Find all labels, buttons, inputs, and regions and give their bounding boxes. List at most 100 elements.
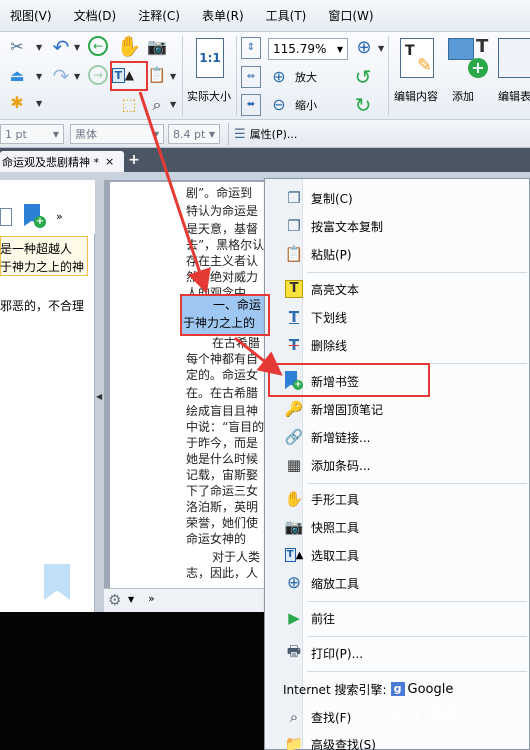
separator: [228, 123, 229, 145]
actual-size-button[interactable]: 1:1 实际大小: [187, 36, 234, 116]
annotation-box-select-tool: [110, 61, 148, 91]
chevron-down-icon: ▼: [52, 129, 59, 139]
zoom-in-label[interactable]: 放大: [295, 69, 317, 85]
more-chevron-icon[interactable]: »: [56, 210, 63, 223]
forward-icon[interactable]: →: [88, 65, 108, 85]
add-button[interactable]: T + 添加: [444, 36, 490, 116]
menu-underline-label: 下划线: [311, 310, 348, 325]
snapshot-icon[interactable]: 📷: [146, 36, 168, 58]
menu-print[interactable]: 🖶 打印(P)...: [265, 640, 529, 666]
rotate-right-icon[interactable]: ↻: [352, 94, 374, 116]
chevron-down-icon[interactable]: ▼: [36, 43, 42, 52]
typewriter-icon[interactable]: ⏏: [6, 65, 28, 87]
fit-page-icon[interactable]: ⇕: [241, 37, 261, 59]
rich-copy-icon: ❐: [287, 217, 301, 235]
expand-icon[interactable]: [0, 208, 12, 226]
separator: [182, 36, 183, 116]
menu-window[interactable]: 窗口(W): [328, 7, 373, 24]
edit-content-button[interactable]: T ✎ 编辑内容: [392, 36, 444, 116]
separator: [307, 636, 527, 637]
highlight-icon: T: [283, 278, 305, 300]
new-tab-button[interactable]: +: [127, 153, 141, 167]
collapse-arrow-icon[interactable]: ◀: [96, 392, 102, 401]
zoom-in-magnifier-icon[interactable]: ⊕: [353, 37, 375, 59]
clipboard-icon[interactable]: 📋: [146, 64, 168, 86]
doc-line: 记载，宙斯娶: [186, 468, 259, 482]
doc-line: 洛泊斯，英明: [186, 500, 259, 514]
menu-goto[interactable]: ▶ 前往: [265, 605, 529, 631]
doc-line: 她是什么时候: [186, 452, 259, 466]
zoom-in-icon[interactable]: ⊕: [268, 66, 290, 88]
fit-width-icon[interactable]: ⇔: [241, 66, 261, 88]
menu-view[interactable]: 视图(V): [10, 7, 52, 24]
menu-search-engine[interactable]: Internet 搜索引擎: g Google: [283, 679, 453, 699]
tools-icon[interactable]: ✂: [6, 36, 28, 58]
zoom-out-label[interactable]: 缩小: [295, 97, 317, 113]
document-tab[interactable]: 命运观及悲剧精神 * ×: [0, 151, 124, 172]
chevron-down-icon[interactable]: ▼: [74, 72, 80, 81]
menu-strikeout[interactable]: T 删除线: [265, 332, 529, 358]
menu-pin-note[interactable]: 🔑 新增固顶笔记: [265, 396, 529, 422]
menu-highlight[interactable]: T 高亮文本: [265, 276, 529, 302]
properties-button[interactable]: ☰ 属性(P)...: [234, 124, 297, 144]
font-dropdown[interactable]: 黑体 ▼: [70, 124, 164, 144]
edit-form-button[interactable]: 编辑表: [492, 36, 530, 116]
doc-line: 中说：“盲目的: [186, 420, 265, 434]
back-icon[interactable]: ←: [88, 36, 108, 56]
menu-tools[interactable]: 工具(T): [266, 7, 307, 24]
zoom-out-icon[interactable]: ⊖: [268, 94, 290, 116]
menu-goto-label: 前往: [311, 611, 336, 626]
chevron-down-icon[interactable]: ▼: [36, 72, 42, 81]
separator: [388, 36, 389, 116]
chevron-down-icon[interactable]: ▼: [36, 99, 42, 108]
undo-icon[interactable]: ↶: [50, 36, 72, 58]
zoom-dropdown[interactable]: 115.79% ▼: [268, 38, 348, 60]
menu-document[interactable]: 文档(D): [74, 7, 117, 24]
menu-pin-note-label: 新增固顶笔记: [311, 402, 384, 417]
chevron-down-icon[interactable]: ▼: [170, 100, 176, 109]
hand-tool-icon[interactable]: ✋: [117, 35, 142, 57]
menu-advanced-find-label: 高级查找(S): [311, 737, 376, 750]
settings-gear-icon[interactable]: ⚙: [108, 591, 121, 609]
panel-splitter[interactable]: ◀: [95, 180, 104, 612]
chevron-down-icon[interactable]: ▼: [170, 72, 176, 81]
chevron-down-icon[interactable]: ▼: [74, 43, 80, 52]
menu-form[interactable]: 表单(R): [202, 7, 244, 24]
close-icon[interactable]: ×: [105, 155, 114, 168]
chevron-down-icon[interactable]: ▼: [128, 595, 134, 604]
binoculars-icon[interactable]: ⌕: [146, 94, 168, 116]
select-annotation-icon[interactable]: ⬚: [118, 94, 140, 116]
menu-comment[interactable]: 注释(C): [138, 7, 180, 24]
fit-visible-icon[interactable]: ⬌: [241, 94, 261, 116]
doc-line: 对于人类: [212, 550, 261, 564]
rotate-left-icon[interactable]: ↺: [352, 66, 374, 88]
bookmark-item[interactable]: 是一种超越人: [0, 240, 72, 257]
separator: [307, 272, 527, 273]
menu-rich-copy[interactable]: ❐ 按富文本复制: [265, 213, 529, 239]
font-size-dropdown[interactable]: 8.4 pt ▼: [168, 124, 220, 144]
menu-snapshot-tool[interactable]: 📷 快照工具: [265, 514, 529, 540]
menu-hand-tool[interactable]: ✋ 手形工具: [265, 486, 529, 512]
menu-add-link[interactable]: 🔗 新增链接...: [265, 424, 529, 450]
add-icon: [448, 38, 474, 60]
menu-select-tool[interactable]: T ▲ 选取工具: [265, 542, 529, 568]
menu-paste[interactable]: 📋 粘贴(P): [265, 241, 529, 267]
bookmark-item[interactable]: 于神力之上的神: [0, 258, 84, 275]
menu-add-barcode-label: 添加条码...: [311, 458, 371, 473]
goto-icon: ▶: [288, 609, 300, 627]
menu-copy[interactable]: ❐ 复制(C): [265, 185, 529, 211]
new-icon[interactable]: ✱: [6, 92, 28, 114]
actual-size-label: 实际大小: [187, 90, 231, 103]
menu-advanced-find[interactable]: 📁 高级查找(S): [265, 731, 529, 750]
separator: [236, 36, 237, 116]
chevron-down-icon[interactable]: ▼: [378, 44, 384, 53]
line-width-dropdown[interactable]: 1 pt ▼: [0, 124, 64, 144]
font-toolbar: 1 pt ▼ 黑体 ▼ 8.4 pt ▼ ☰ 属性(P)...: [0, 120, 530, 148]
menu-underline[interactable]: T 下划线: [265, 304, 529, 330]
menu-add-barcode[interactable]: ▦ 添加条码...: [265, 452, 529, 478]
redo-icon[interactable]: ↷: [50, 65, 72, 87]
more-chevron-icon[interactable]: »: [148, 592, 155, 605]
menu-zoom-tool[interactable]: ⊕ 缩放工具: [265, 570, 529, 596]
bookmark-item[interactable]: 邪恶的，不合理: [0, 297, 84, 314]
doc-line: 是天意，基督: [186, 222, 259, 236]
